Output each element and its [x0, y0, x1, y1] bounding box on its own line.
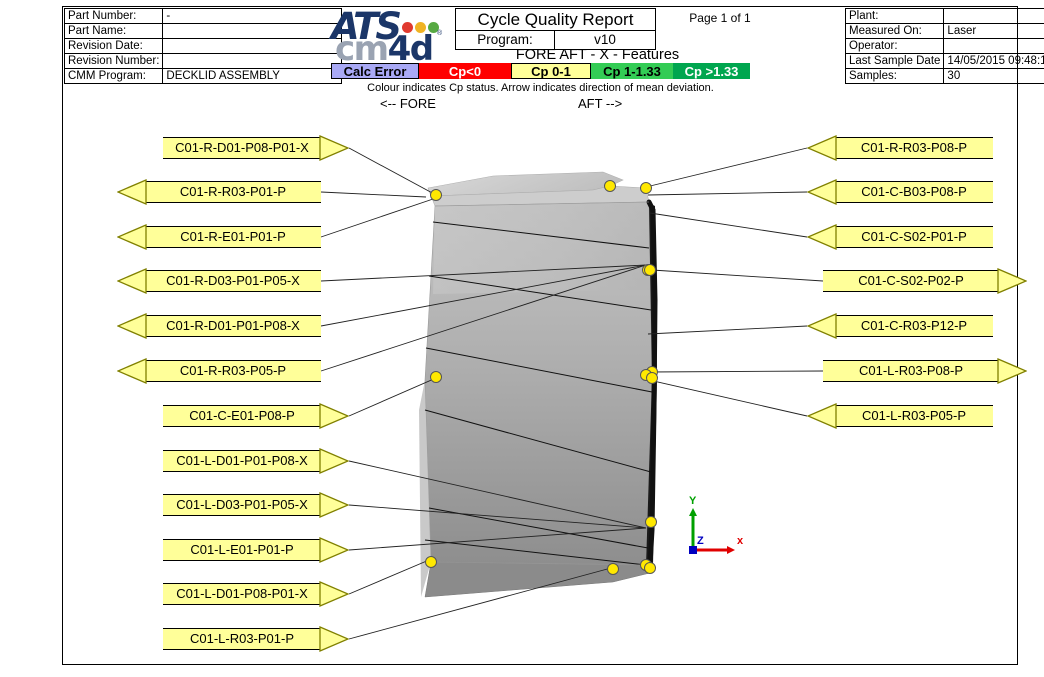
callout-arrow-right-icon: [319, 535, 349, 565]
part-number-value: -: [162, 8, 343, 24]
table-row: Part Name:: [63, 23, 343, 39]
table-row: Revision Date:: [63, 38, 343, 54]
cmm-program-label: CMM Program:: [63, 68, 164, 84]
part-name-label: Part Name:: [63, 23, 164, 39]
callout-right-0[interactable]: C01-R-R03-P08-P: [63, 135, 1017, 161]
callout-left-7[interactable]: C01-L-D01-P01-P08-X: [63, 448, 1017, 474]
ats-cm4d-logo: ATS ® cm4d: [331, 5, 444, 69]
callout-label: C01-L-D03-P01-P05-X: [163, 494, 321, 516]
part-name-value: [162, 23, 343, 39]
table-row: Cycle Quality Report: [455, 8, 656, 31]
last-sample-date-value: 14/05/2015 09:48:18: [943, 53, 1044, 69]
callout-right-5[interactable]: C01-L-R03-P08-P: [63, 358, 1027, 384]
callout-arrow-right-icon: [319, 579, 349, 609]
callout-right-3[interactable]: C01-C-S02-P02-P: [63, 268, 1027, 294]
plant-value: [943, 8, 1044, 24]
measured-on-value: Laser: [943, 23, 1044, 39]
callout-right-1[interactable]: C01-C-B03-P08-P: [63, 179, 1017, 205]
callout-label: C01-C-S02-P01-P: [835, 226, 993, 248]
table-row: CMM Program: DECKLID ASSEMBLY: [63, 68, 343, 84]
callout-right-2[interactable]: C01-C-S02-P01-P: [63, 224, 1017, 250]
callout-label: C01-C-B03-P08-P: [835, 181, 993, 203]
table-row: Operator:: [844, 38, 1044, 54]
table-row: Measured On: Laser: [844, 23, 1044, 39]
report-page: Part Number: - Part Name: Revision Date:…: [0, 0, 1044, 677]
callout-arrow-left-icon: [807, 311, 837, 341]
part-info-table: Part Number: - Part Name: Revision Date:…: [63, 8, 343, 84]
callout-arrow-right-icon: [997, 266, 1027, 296]
feature-point-9[interactable]: [645, 516, 657, 528]
callout-left-10[interactable]: C01-L-D01-P08-P01-X: [63, 581, 1017, 607]
table-row: Samples: 30: [844, 68, 1044, 84]
callout-right-4[interactable]: C01-C-R03-P12-P: [63, 313, 1017, 339]
legend-note: Colour indicates Cp status. Arrow indica…: [367, 82, 714, 94]
callout-label: C01-L-R03-P01-P: [163, 628, 321, 650]
cp-status-legend: Calc Error Cp<0 Cp 0-1 Cp 1-1.33 Cp >1.33: [331, 63, 750, 79]
revision-number-label: Revision Number:: [63, 53, 164, 69]
callout-label: C01-L-E01-P01-P: [163, 539, 321, 561]
callout-left-11[interactable]: C01-L-R03-P01-P: [63, 626, 1017, 652]
callout-label: C01-C-R03-P12-P: [835, 315, 993, 337]
callout-right-6[interactable]: C01-L-R03-P05-P: [63, 403, 1017, 429]
fore-direction-label: <-- FORE: [380, 96, 436, 111]
callout-arrow-right-icon: [997, 356, 1027, 386]
callout-label: C01-L-D01-P01-P08-X: [163, 450, 321, 472]
measurement-info-table: Plant: Measured On: Laser Operator: Last…: [844, 8, 1044, 84]
table-row: Plant:: [844, 8, 1044, 24]
callout-left-8[interactable]: C01-L-D03-P01-P05-X: [63, 492, 1017, 518]
table-row: Revision Number:: [63, 53, 343, 69]
last-sample-date-label: Last Sample Date: [844, 53, 945, 69]
revision-date-label: Revision Date:: [63, 38, 164, 54]
report-subtitle: FORE AFT - X - Features: [515, 47, 680, 63]
legend-item-2: Cp 0-1: [511, 63, 591, 79]
page-title: Cycle Quality Report: [455, 8, 656, 31]
samples-label: Samples:: [844, 68, 945, 84]
registered-mark: ®: [437, 30, 443, 37]
plant-label: Plant:: [844, 8, 945, 24]
table-row: Last Sample Date 14/05/2015 09:48:18: [844, 53, 1044, 69]
callout-arrow-right-icon: [319, 490, 349, 520]
legend-item-1: Cp<0: [419, 63, 511, 79]
part-number-label: Part Number:: [63, 8, 164, 24]
feature-point-13[interactable]: [607, 563, 619, 575]
operator-value: [943, 38, 1044, 54]
revision-number-value: [162, 53, 343, 69]
measured-on-label: Measured On:: [844, 23, 945, 39]
callout-arrow-left-icon: [807, 177, 837, 207]
legend-item-0: Calc Error: [331, 63, 419, 79]
samples-value: 30: [943, 68, 1044, 84]
model-plot-area: Y x Z C01-R-D01-P08-P01-X C01-R-R03-P01-P…: [63, 110, 1027, 664]
legend-item-4: Cp >1.33: [673, 63, 750, 79]
feature-point-12[interactable]: [644, 562, 656, 574]
callout-label: C01-L-D01-P08-P01-X: [163, 583, 321, 605]
callout-label: C01-C-S02-P02-P: [823, 270, 999, 292]
callout-arrow-right-icon: [319, 624, 349, 654]
table-row: Part Number: -: [63, 8, 343, 24]
revision-date-value: [162, 38, 343, 54]
callout-arrow-left-icon: [807, 133, 837, 163]
callout-label: C01-L-R03-P05-P: [835, 405, 993, 427]
callout-label: C01-L-R03-P08-P: [823, 360, 999, 382]
callout-label: C01-R-R03-P08-P: [835, 137, 993, 159]
callout-left-9[interactable]: C01-L-E01-P01-P: [63, 537, 1017, 563]
cmm-program-value: DECKLID ASSEMBLY: [162, 68, 343, 84]
report-title-table: Cycle Quality Report Program: v10: [455, 8, 656, 50]
callout-arrow-left-icon: [807, 222, 837, 252]
legend-item-3: Cp 1-1.33: [591, 63, 673, 79]
operator-label: Operator:: [844, 38, 945, 54]
aft-direction-label: AFT -->: [578, 96, 623, 111]
callout-arrow-right-icon: [319, 446, 349, 476]
page-indicator: Page 1 of 1: [689, 11, 751, 25]
callout-arrow-left-icon: [807, 401, 837, 431]
